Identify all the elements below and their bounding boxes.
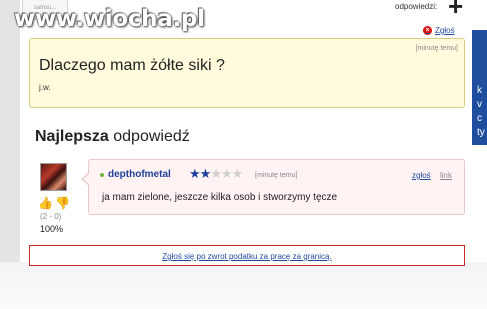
best-answer-heading-rest: odpowiedź xyxy=(108,128,190,145)
answer-timestamp: [minutę temu] xyxy=(255,172,298,179)
star-icon: ★ xyxy=(210,166,222,181)
left-margin-strip xyxy=(0,0,20,270)
avatar[interactable] xyxy=(40,163,67,191)
vote-tally: (2 - 0) xyxy=(40,212,62,221)
star-icon: ★ xyxy=(199,166,212,181)
right-panel-letter: c xyxy=(477,113,482,124)
question-title: Dlaczego mam żółte siki ? xyxy=(39,57,225,74)
ad-link[interactable]: Zgłoś się po zwrot podatku za pracę za g… xyxy=(162,252,331,261)
vote-buttons: 👍 👎 xyxy=(38,196,70,210)
question-timestamp: [minutę temu] xyxy=(415,45,458,52)
best-answer-heading-bold: Najlepsza xyxy=(35,128,109,145)
plus-icon[interactable]: + xyxy=(448,0,463,22)
question-details: j.w. xyxy=(39,83,51,92)
question-report-link[interactable]: × Zgłoś xyxy=(423,26,455,35)
thumbs-up-icon[interactable]: 👍 xyxy=(38,196,53,210)
vote-percent: 100% xyxy=(40,224,64,234)
right-side-panel[interactable]: k v c ty xyxy=(472,30,487,145)
right-panel-letter: ty xyxy=(477,127,485,138)
star-icon: ★ xyxy=(220,166,233,181)
right-panel-letter: v xyxy=(477,99,482,110)
thumbs-down-icon[interactable]: 👎 xyxy=(55,196,70,210)
answer-box: depthofmetal ★★★★★ [minutę temu] zgłoś l… xyxy=(81,159,465,215)
answer-text: ja mam zielone, jeszcze kilka osob i stw… xyxy=(102,192,338,203)
bottom-fade xyxy=(0,262,487,309)
ad-banner: Zgłoś się po zwrot podatku za pracę za g… xyxy=(29,245,465,266)
close-icon: × xyxy=(423,26,432,35)
answer-permalink[interactable]: link xyxy=(440,171,452,180)
watermark-logo: www.wiocha.pl xyxy=(14,6,205,32)
star-icon: ★ xyxy=(231,166,244,181)
question-box: [minutę temu] Dlaczego mam żółte siki ? … xyxy=(29,38,465,108)
answers-count-label: odpowiedzi: xyxy=(395,2,438,11)
answer-username[interactable]: depthofmetal xyxy=(108,169,171,180)
online-status-dot xyxy=(100,173,104,177)
rating-stars: ★★★★★ xyxy=(189,166,244,182)
answer-report-link[interactable]: zgłoś xyxy=(412,171,431,180)
star-icon: ★ xyxy=(189,166,201,181)
best-answer-heading: Najlepsza odpowiedź xyxy=(35,128,190,146)
right-panel-letter: k xyxy=(477,85,482,96)
question-report-label: Zgłoś xyxy=(435,26,455,35)
